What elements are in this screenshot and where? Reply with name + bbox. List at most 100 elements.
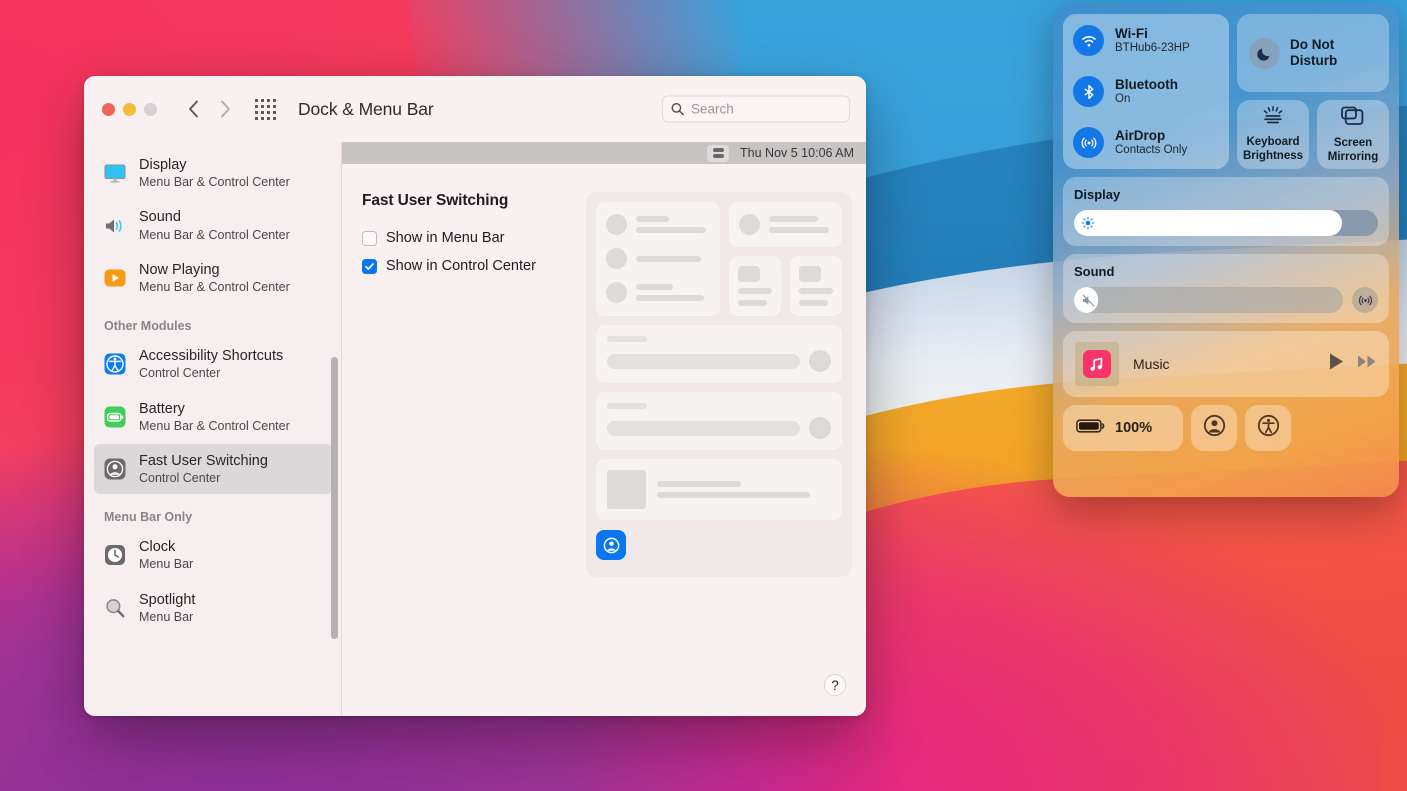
cc-wifi-row[interactable]: Wi-Fi BTHub6-23HP (1073, 25, 1219, 56)
sidebar-item-sound[interactable]: Sound Menu Bar & Control Center (94, 200, 332, 250)
cc-brightness-slider[interactable] (1074, 210, 1378, 236)
preview-sound-slider-card (596, 392, 842, 450)
preview-row (606, 214, 710, 235)
sidebar-item-sub: Menu Bar (139, 557, 194, 572)
cc-airdrop-state: Contacts Only (1115, 143, 1188, 156)
cc-kb-line2: Brightness (1242, 149, 1304, 162)
cc-accessibility-button[interactable] (1245, 405, 1291, 451)
sidebar-item-sub: Menu Bar & Control Center (139, 279, 290, 294)
sidebar-item-title: Fast User Switching (139, 452, 268, 469)
checkbox-show-in-control-center[interactable]: Show in Control Center (362, 258, 586, 274)
airplay-icon[interactable] (1352, 287, 1378, 313)
cc-wifi-network: BTHub6-23HP (1115, 41, 1190, 54)
preview-display-slider-card (596, 325, 842, 383)
sidebar-group-other-modules: Other Modules (104, 319, 192, 334)
preview-circle (606, 214, 627, 235)
sidebar-item-sub: Menu Bar (139, 609, 194, 624)
forward-chevron-icon[interactable] (217, 98, 233, 120)
brightness-icon (1081, 216, 1095, 230)
sidebar-item-title: Battery (139, 400, 185, 417)
sidebar-scroll-content: Display Menu Bar & Control Center Sound … (84, 148, 342, 645)
cc-keyboard-brightness[interactable]: Keyboard Brightness (1237, 100, 1309, 169)
minimize-button[interactable] (123, 102, 136, 116)
cc-volume-slider[interactable] (1074, 287, 1343, 313)
cc-display-title: Display (1074, 187, 1121, 202)
cc-sound-module[interactable]: Sound (1063, 254, 1389, 323)
preview-dnd-card (729, 202, 842, 247)
sidebar-item-title: Accessibility Shortcuts (139, 348, 284, 365)
help-button[interactable]: ? (824, 674, 846, 696)
cc-music-title: Music (1133, 356, 1170, 372)
cc-bluetooth-row[interactable]: Bluetooth On (1073, 76, 1219, 107)
play-icon[interactable] (1328, 352, 1345, 376)
control-center-panel: Wi-Fi BTHub6-23HP Bluetooth On AirDrop C… (1053, 4, 1399, 497)
cc-music-controls (1328, 352, 1377, 376)
cc-kb-line1: Keyboard (1246, 135, 1300, 148)
back-chevron-icon[interactable] (185, 98, 201, 120)
cc-dnd-line1: Do Not (1290, 37, 1335, 53)
checkbox-box[interactable] (362, 230, 377, 246)
modules-sidebar[interactable]: Display Menu Bar & Control Center Sound … (84, 142, 342, 716)
close-button[interactable] (102, 102, 115, 116)
spotlight-icon (102, 595, 128, 621)
preview-tile (790, 256, 842, 316)
cc-airdrop-title: AirDrop (1115, 128, 1166, 144)
sidebar-item-spotlight[interactable]: Spotlight Menu Bar (94, 583, 332, 633)
preview-fast-user-switching-icon (596, 530, 626, 560)
preview-connectivity-card (596, 202, 720, 316)
sidebar-item-title: Now Playing (139, 261, 220, 278)
cc-dnd-line2: Disturb (1290, 53, 1338, 68)
sidebar-item-battery[interactable]: Battery Menu Bar & Control Center (94, 392, 332, 442)
sidebar-item-title: Clock (139, 539, 176, 556)
mute-icon (1081, 293, 1096, 308)
preview-row (606, 248, 710, 269)
cc-battery-percent: 100% (1115, 420, 1153, 436)
window-titlebar: Dock & Menu Bar Search (84, 76, 866, 142)
menu-bar-preview: Thu Nov 5 10:06 AM (342, 142, 866, 164)
system-preferences-window: Dock & Menu Bar Search Display Menu Bar … (84, 76, 866, 716)
control-center-preview-wrap (586, 192, 866, 716)
user-circle-icon (1202, 413, 1227, 443)
fast-forward-icon[interactable] (1357, 354, 1377, 374)
preview-music-card (596, 459, 842, 520)
cc-right-column: Do Not Disturb Keyboard Brightness Scree… (1237, 14, 1389, 169)
preview-right-column (729, 202, 842, 316)
sidebar-scrollbar-thumb[interactable] (331, 357, 338, 639)
cc-fast-user-switching-button[interactable] (1191, 405, 1237, 451)
airdrop-icon (1073, 127, 1104, 158)
clock-icon (102, 542, 128, 568)
search-placeholder: Search (691, 101, 734, 117)
sidebar-item-accessibility-shortcuts[interactable]: Accessibility Shortcuts Control Center (94, 339, 332, 389)
sidebar-item-title: Sound (139, 209, 181, 226)
cc-top-row: Wi-Fi BTHub6-23HP Bluetooth On AirDrop C… (1063, 14, 1389, 169)
wifi-icon (1073, 25, 1104, 56)
cc-connectivity-module[interactable]: Wi-Fi BTHub6-23HP Bluetooth On AirDrop C… (1063, 14, 1229, 169)
sidebar-group-menu-bar-only: Menu Bar Only (104, 510, 193, 525)
cc-music-module[interactable]: Music (1063, 331, 1389, 397)
sidebar-item-fast-user-switching[interactable]: Fast User Switching Control Center (94, 443, 332, 495)
cc-battery-module[interactable]: 100% (1063, 405, 1183, 451)
sidebar-item-title: Spotlight (139, 591, 196, 608)
sidebar-item-display[interactable]: Display Menu Bar & Control Center (94, 148, 332, 198)
checkbox-show-in-menu-bar[interactable]: Show in Menu Bar (362, 230, 586, 246)
desktop: Dock & Menu Bar Search Display Menu Bar … (0, 0, 1407, 791)
checkbox-box[interactable] (362, 258, 377, 274)
battery-full-icon (1076, 418, 1106, 439)
search-input[interactable]: Search (662, 95, 850, 123)
cc-airdrop-row[interactable]: AirDrop Contacts Only (1073, 127, 1219, 158)
cc-square-tiles: Keyboard Brightness Screen Mirroring (1237, 100, 1389, 169)
sound-icon (102, 213, 128, 239)
show-all-grid-icon[interactable] (255, 98, 276, 120)
preview-circle (739, 214, 760, 235)
zoom-button[interactable] (144, 102, 157, 116)
sidebar-item-clock[interactable]: Clock Menu Bar (94, 530, 332, 580)
sidebar-item-now-playing[interactable]: Now Playing Menu Bar & Control Center (94, 253, 332, 303)
preview-tile-row (729, 256, 842, 316)
cc-do-not-disturb[interactable]: Do Not Disturb (1237, 14, 1389, 92)
navigation-buttons (185, 98, 233, 120)
cc-screen-mirroring[interactable]: Screen Mirroring (1317, 100, 1389, 169)
menu-bar-clock: Thu Nov 5 10:06 AM (740, 146, 854, 160)
settings-controls: Fast User Switching Show in Menu Bar Sho… (342, 192, 586, 716)
cc-display-module[interactable]: Display (1063, 177, 1389, 246)
accessibility-circle-icon (1256, 413, 1281, 443)
